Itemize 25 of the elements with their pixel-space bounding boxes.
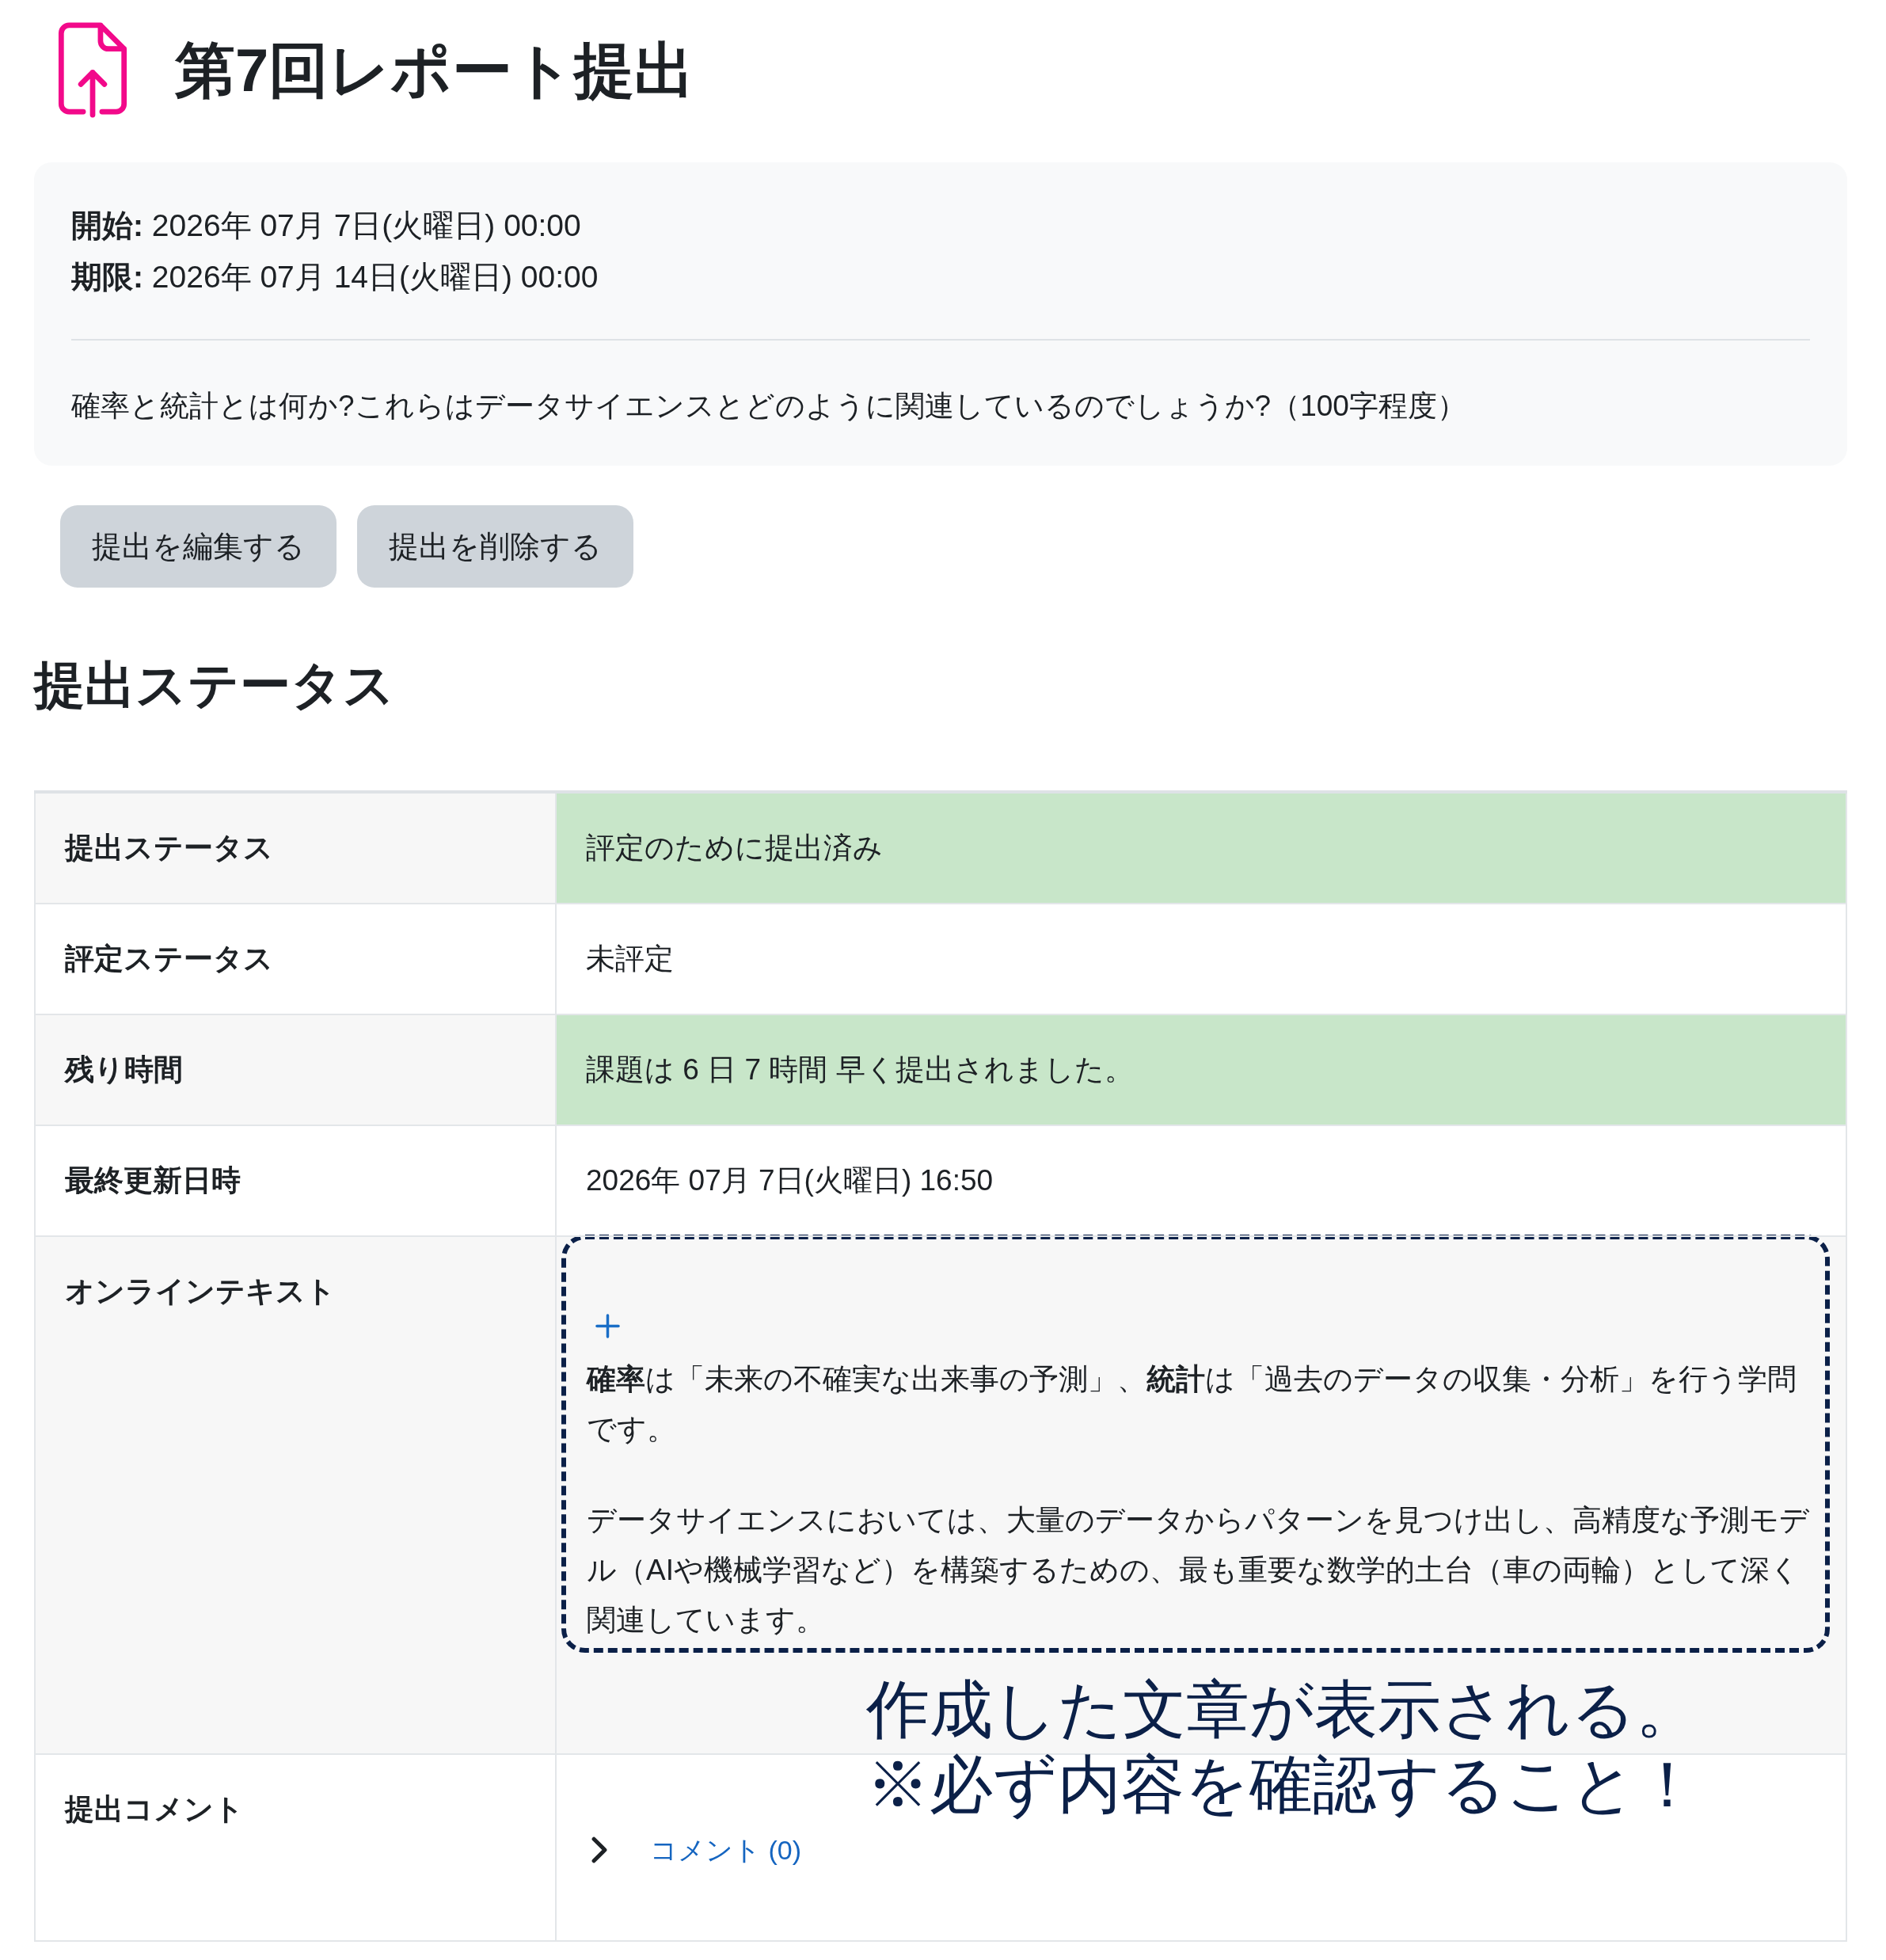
comments-link[interactable]: コメント (0) [650,1833,801,1867]
assignment-description: 確率と統計とは何か?これらはデータサイエンスとどのように関連しているのでしょうか?（100字程度） [71,389,1467,424]
action-button[interactable]: 提出を編集する [60,505,337,588]
row-label: 提出ステータス [35,792,556,904]
table-cell: 未評定 [556,904,1846,1014]
row-label: 最終更新日時 [35,1125,556,1236]
row-label: 評定ステータス [35,904,556,1014]
file-upload-icon [56,22,129,119]
annotation-note: ※必ず内容を確認すること！ [866,1749,1699,1821]
table-cell: 評定のために提出済み [556,792,1846,904]
table-cell: 2026年 07月 7日(火曜日) 16:50 [556,1125,1846,1236]
date-line: 開始: 2026年 07月 7日(火曜日) 00:00 [71,207,582,244]
submission-paragraph: 確率は「未来の不確実な出来事の予測」、統計は「過去のデータの収集・分析」を行う学問です。 [587,1362,1797,1447]
chevron-icon[interactable] [590,1836,609,1864]
submission-paragraph: データサイエンスにおいては、大量のデータからパターンを見つけ出し、高精度な予測モデル（AIや機械学習など）を構築するための、最も重要な数学的土台（車の両輪）として深く関連しています。 [587,1503,1809,1638]
date-line: 期限: 2026年 07月 14日(火曜日) 00:00 [71,259,599,295]
row-label: 残り時間 [35,1014,556,1125]
page-title: 第7回レポート提出 [175,36,695,105]
row-label: 提出コメント [35,1754,556,1941]
action-button[interactable]: 提出を削除する [357,505,633,588]
annotation-note: 作成した文章が表示される。 [866,1673,1699,1746]
row-label: オンラインテキスト [35,1236,556,1754]
table-cell: 課題は 6 日 7 時間 早く提出されました。 [556,1014,1846,1125]
section-heading: 提出ステータス [34,656,396,714]
plus-icon[interactable] [595,1314,620,1338]
